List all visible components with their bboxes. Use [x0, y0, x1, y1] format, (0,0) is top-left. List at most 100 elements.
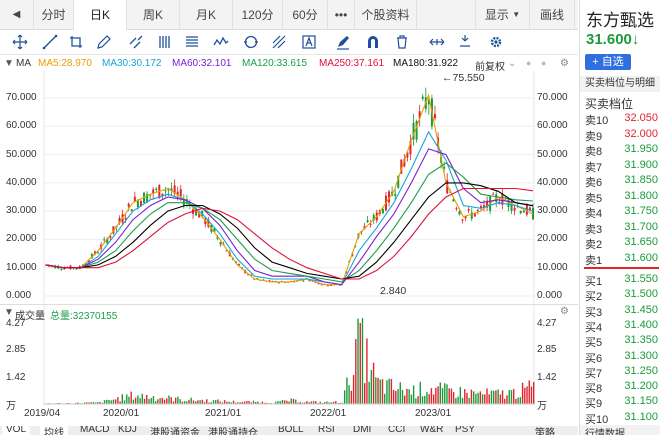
marker-icon[interactable] — [334, 33, 352, 51]
magnet-icon[interactable] — [364, 33, 382, 51]
bid-row[interactable]: 买6 31.300 — [580, 350, 660, 365]
tab-psy[interactable]: PSY — [455, 426, 475, 435]
tab-daily-k[interactable]: 日K — [74, 0, 127, 30]
ask-row[interactable]: 卖4 31.750 — [580, 205, 660, 220]
orderbook-title[interactable]: 买卖档位与明细 — [580, 76, 660, 92]
ask-row[interactable]: 卖2 31.650 — [580, 236, 660, 251]
bid-row[interactable]: 买8 31.200 — [580, 380, 660, 395]
volume-bar — [112, 399, 115, 404]
tab-60min[interactable]: 60分 — [283, 0, 328, 30]
text-icon[interactable] — [300, 33, 318, 51]
ask-row[interactable]: 卖3 31.700 — [580, 221, 660, 236]
volume-bar — [475, 393, 477, 404]
ask-row[interactable]: 卖10 32.050 — [580, 112, 660, 127]
fit-icon[interactable] — [456, 33, 474, 51]
channel-icon[interactable] — [127, 33, 145, 51]
bid-row[interactable]: 买9 31.150 — [580, 395, 660, 410]
volume-bar — [159, 398, 161, 404]
line-icon[interactable] — [41, 33, 59, 51]
volume-bar — [197, 400, 199, 404]
settings-icon[interactable] — [487, 33, 505, 51]
ask-row[interactable]: 卖1 31.600 — [580, 252, 660, 267]
draw-line-button[interactable]: 画线 — [530, 0, 575, 30]
chevron-down-icon[interactable]: ⌄ — [508, 58, 516, 69]
vol-axis-left-low: 1.42 — [6, 372, 26, 383]
ask-row[interactable]: 卖5 31.800 — [580, 190, 660, 205]
tab-stock-profile[interactable]: 个股资料 — [355, 0, 417, 30]
volume-bar — [281, 399, 284, 404]
bid-row[interactable]: 买4 31.400 — [580, 319, 660, 334]
candle-body — [155, 188, 158, 190]
ask-row[interactable]: 卖6 31.850 — [580, 174, 660, 189]
candle-body — [366, 220, 369, 223]
back-arrow-icon[interactable]: ◀ — [0, 0, 34, 30]
tab-kdj[interactable]: KDJ — [118, 426, 137, 435]
bars-icon[interactable] — [156, 33, 174, 51]
grid-lines — [43, 71, 535, 406]
bid-row[interactable]: 买1 31.550 — [580, 273, 660, 288]
bid-row[interactable]: 买10 31.100 — [580, 411, 660, 426]
bid-row[interactable]: 买5 31.350 — [580, 334, 660, 349]
tab-hk-connect-holding[interactable]: 港股通持仓 — [208, 426, 258, 435]
tab-monthly-k[interactable]: 月K — [180, 0, 233, 30]
more-tabs-button[interactable]: ••• — [328, 0, 355, 30]
quote-panel: 东方甄选 31.600↓ + 自选 买卖档位与明细 买卖档位 卖10 32.050… — [579, 0, 660, 435]
price-tick-right: 60.000 — [537, 120, 568, 132]
close-icon[interactable]: ● — [541, 58, 546, 68]
tab-rsi[interactable]: RSI — [318, 426, 335, 435]
add-watchlist-button[interactable]: + 自选 — [585, 54, 631, 70]
bid-row[interactable]: 买2 31.500 — [580, 288, 660, 303]
volume-bar — [410, 394, 413, 404]
tab-timeshare[interactable]: 分时 — [34, 0, 74, 30]
ask-row[interactable]: 卖7 31.900 — [580, 159, 660, 174]
move-icon[interactable] — [428, 33, 446, 51]
volume-bar — [401, 389, 404, 404]
tab-hk-connect-flow[interactable]: 港股通资金 — [150, 426, 200, 435]
trash-icon[interactable] — [393, 33, 411, 51]
display-menu[interactable]: 显示 ▼ — [475, 0, 530, 30]
price-tick-left: 40.000 — [6, 176, 37, 188]
circle-icon[interactable] — [242, 33, 260, 51]
volume-bar — [215, 400, 217, 404]
volume-bar — [108, 400, 110, 404]
volume-bar — [106, 399, 108, 404]
volume-bar — [121, 394, 124, 404]
volume-bar — [295, 399, 297, 404]
volume-bar — [450, 388, 453, 404]
tab-cci[interactable]: CCI — [388, 426, 405, 435]
gear-icon[interactable]: ⚙ — [560, 58, 569, 69]
price-tick-left: 50.000 — [6, 148, 37, 160]
volume-bar — [217, 399, 219, 404]
tab-wr[interactable]: W&R — [420, 426, 443, 435]
rect-icon[interactable] — [67, 33, 85, 51]
fib-icon[interactable] — [183, 33, 201, 51]
quote-data-tab[interactable]: 行情数据 — [580, 425, 660, 435]
triangle-down-icon[interactable]: ▼ — [4, 307, 14, 318]
candle-body — [421, 96, 424, 99]
tab-weekly-k[interactable]: 周K — [127, 0, 180, 30]
tab-120min[interactable]: 120分 — [233, 0, 283, 30]
spread-divider — [584, 267, 659, 269]
tab-boll[interactable]: BOLL — [278, 426, 304, 435]
bid-row[interactable]: 买3 31.450 — [580, 304, 660, 319]
tab-dmi[interactable]: DMI — [353, 426, 371, 435]
pen-icon[interactable] — [95, 33, 113, 51]
candle-body — [179, 189, 182, 197]
minimize-icon[interactable]: ● — [526, 58, 531, 68]
crosshair-icon[interactable] — [11, 33, 29, 51]
gear-icon[interactable]: ⚙ — [560, 306, 569, 317]
volume-bar — [399, 382, 401, 404]
tab-ma[interactable]: 均线 — [40, 426, 68, 435]
bid-row[interactable]: 买7 31.250 — [580, 365, 660, 380]
ask-row[interactable]: 卖8 31.950 — [580, 143, 660, 158]
kline-chart[interactable] — [0, 71, 578, 426]
bid-price: 31.450 — [624, 303, 658, 316]
triangle-down-icon[interactable]: ▼ — [4, 58, 14, 69]
fork-icon[interactable] — [270, 33, 288, 51]
tab-strategy[interactable]: 策略 — [535, 426, 555, 435]
ma60-value: MA60:32.101 — [172, 58, 232, 69]
ask-row[interactable]: 卖9 32.000 — [580, 128, 660, 143]
tab-vol[interactable]: VOL — [2, 426, 31, 435]
wave-icon[interactable] — [212, 33, 230, 51]
tab-macd[interactable]: MACD — [80, 426, 109, 435]
